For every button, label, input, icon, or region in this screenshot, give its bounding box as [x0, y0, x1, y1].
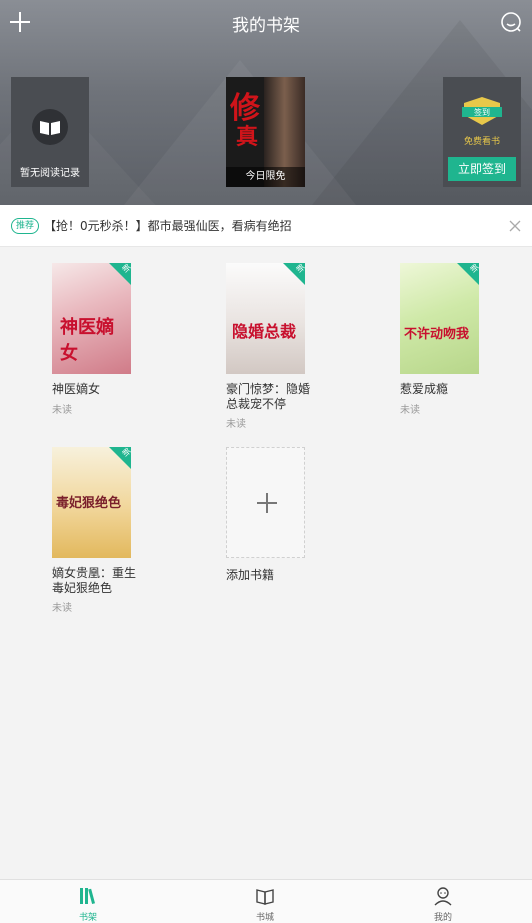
book-status: 未读 — [52, 603, 72, 614]
book-status: 未读 — [52, 405, 72, 416]
sign-badge-icon: 签到 — [462, 97, 502, 125]
book-cover[interactable]: 隐婚总裁 新 — [226, 263, 305, 374]
book-cover[interactable]: 毒妃狠绝色 新 — [52, 447, 131, 558]
book-title: 嫡女贵凰：重生毒妃狠绝色 — [52, 566, 137, 595]
book-title: 豪门惊梦：隐婚总裁宠不停 — [226, 382, 311, 411]
nav-bookstore[interactable]: 书城 — [235, 880, 295, 923]
book-icon — [32, 109, 68, 145]
reading-history-card[interactable]: 暂无阅读记录 — [11, 77, 89, 187]
sign-in-button[interactable]: 立即签到 — [448, 157, 516, 181]
free-book-title-bottom: 真 — [236, 124, 259, 150]
book-item[interactable]: 隐婚总裁 新 豪门惊梦：隐婚总裁宠不停 未读 — [226, 263, 316, 433]
message-icon[interactable] — [500, 11, 522, 33]
user-icon — [434, 887, 452, 906]
book-item[interactable]: 神医嫡女 新 神医嫡女 未读 — [52, 263, 142, 423]
book-open-icon — [256, 889, 274, 905]
nav-mine[interactable]: 我的 — [413, 880, 473, 923]
book-title: 惹爱成瘾 — [400, 382, 449, 396]
recommend-bar[interactable]: 推荐 【抢！0元秒杀！】都市最强仙医，看病有绝招 — [0, 205, 532, 247]
nav-bookshelf[interactable]: 书架 — [58, 880, 118, 923]
book-item[interactable]: 毒妃狠绝色 新 嫡女贵凰：重生毒妃狠绝色 未读 — [52, 447, 142, 617]
book-cover[interactable]: 神医嫡女 新 — [52, 263, 131, 374]
plus-icon — [257, 493, 277, 513]
book-cover[interactable]: 不许动吻我 新 — [400, 263, 479, 374]
bottom-nav: 书架 书城 我的 — [0, 879, 532, 923]
history-label: 暂无阅读记录 — [20, 168, 80, 179]
recommend-tag: 推荐 — [11, 218, 39, 234]
recommend-text[interactable]: 【抢！0元秒杀！】都市最强仙医，看病有绝招 — [44, 217, 292, 234]
book-title: 神医嫡女 — [52, 382, 101, 396]
close-icon[interactable] — [509, 220, 521, 232]
free-book-cover[interactable]: 修 真 今日限免 — [226, 77, 305, 187]
free-today-tag: 今日限免 — [226, 167, 305, 187]
svg-text:签到: 签到 — [474, 107, 490, 117]
add-book-button[interactable] — [226, 447, 305, 558]
book-item[interactable]: 不许动吻我 新 惹爱成瘾 未读 — [400, 263, 490, 423]
sign-in-card[interactable]: 签到 免费看书 立即签到 — [443, 77, 521, 187]
page-title: 我的书架 — [232, 16, 300, 36]
bookshelf-icon — [80, 888, 96, 904]
book-status: 未读 — [226, 419, 246, 430]
shelf-header: 我的书架 暂无阅读记录 修 真 今日限免 签到 免费看书 立即签到 — [0, 0, 532, 205]
book-status: 未读 — [400, 405, 420, 416]
sign-free-text: 免费看书 — [463, 137, 500, 147]
add-book-label: 添加书籍 — [226, 568, 275, 582]
